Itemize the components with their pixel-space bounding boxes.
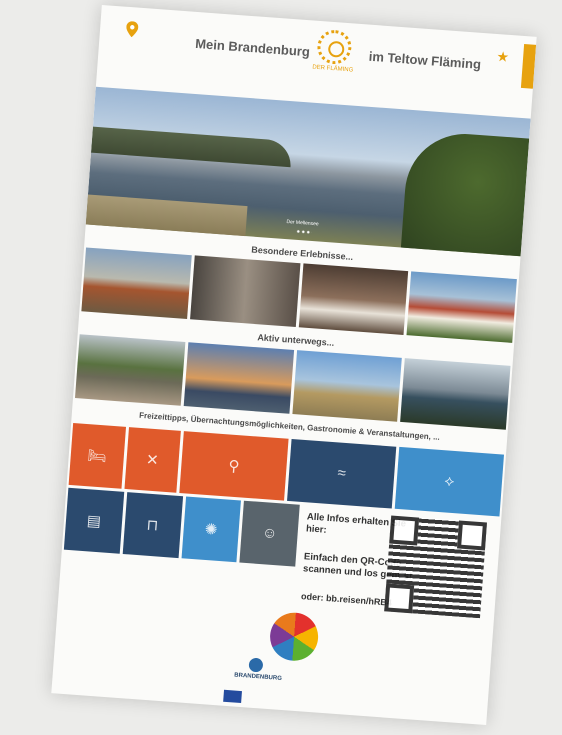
experience-tile [298,263,409,335]
poster: Mein Brandenburg DER FLÄMING im Teltow F… [51,4,537,726]
qr-code[interactable] [384,515,487,619]
ferris-wheel-icon: ✺ [181,496,242,563]
map-pin-icon [126,21,139,38]
active-tile [183,342,294,414]
calendar-icon: ▤ [63,487,125,554]
active-tile [400,358,511,430]
experience-tile [189,255,300,327]
header-title-left: Mein Brandenburg [194,35,311,60]
fork-knife-icon: ✕ [123,427,181,493]
category-tiles-row2: ▤ ⊓ ✺ ☺ [62,487,302,567]
shopping-bag-icon: ⊓ [122,492,183,559]
eu-flag-icon [223,689,242,704]
experience-tile [81,247,192,320]
active-tile [291,350,403,422]
route-icon: ⟡ [394,446,505,517]
logo-caption: DER FLÄMING [312,64,354,74]
brandenburg-seal-icon [248,657,264,673]
theater-masks-icon: ☺ [239,500,300,567]
hero-caption: Der Mellensee [286,219,319,228]
bed-icon: 🛏 [68,422,126,489]
water-icon: ≈ [287,439,397,509]
photo-scene: Mein Brandenburg DER FLÄMING im Teltow F… [0,0,562,735]
active-tile [74,334,186,406]
side-tab [520,43,537,89]
url-prefix: oder: [300,591,324,603]
experience-tile [406,271,517,343]
star-icon: ★ [496,48,510,65]
slider-dots [295,229,312,234]
header-title-right: im Teltow Fläming [368,48,482,72]
bicycle-icon: ⚲ [179,431,289,501]
flaeming-logo [316,28,353,66]
brandenburg-brand: BRANDENBURG [234,672,283,682]
short-url-link[interactable]: bb.reisen/hRB4 [326,593,393,608]
